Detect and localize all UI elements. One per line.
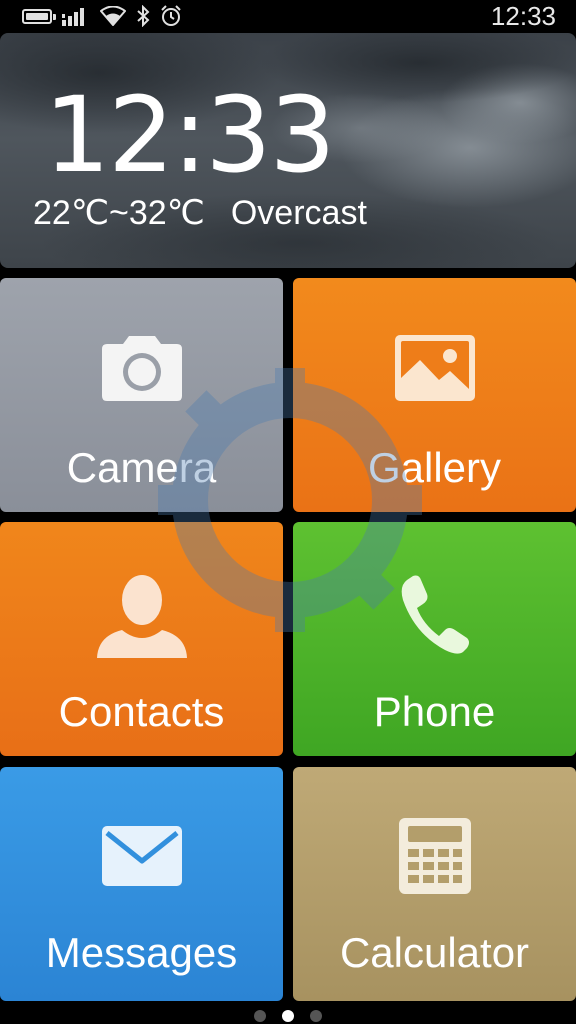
wifi-icon bbox=[100, 6, 126, 26]
tile-messages[interactable]: Messages bbox=[0, 767, 283, 1001]
tile-calculator[interactable]: Calculator bbox=[293, 767, 576, 1001]
page-dot-active[interactable] bbox=[282, 1010, 294, 1022]
phone-icon bbox=[401, 575, 469, 654]
tile-calculator-label: Calculator bbox=[339, 929, 530, 976]
weather-condition: Overcast bbox=[230, 194, 367, 232]
page-indicator[interactable] bbox=[0, 1008, 576, 1024]
tile-messages-label: Messages bbox=[45, 929, 238, 976]
battery-icon bbox=[22, 8, 56, 24]
alarm-icon bbox=[161, 5, 181, 26]
tile-camera[interactable]: Camera bbox=[0, 278, 283, 512]
status-time: 12:33 bbox=[490, 1, 556, 31]
bluetooth-icon bbox=[137, 5, 150, 27]
camera-icon bbox=[101, 336, 182, 401]
tile-gallery[interactable]: Gallery bbox=[293, 278, 576, 512]
page-dot[interactable] bbox=[310, 1010, 322, 1022]
tile-contacts[interactable]: Contacts bbox=[0, 522, 283, 756]
status-bar: 12:33 bbox=[0, 0, 576, 32]
page-dot[interactable] bbox=[254, 1010, 266, 1022]
clock-weather-widget[interactable]: 12:33 22℃~32℃ Overcast bbox=[0, 33, 576, 268]
temperature-range: 22℃~32℃ bbox=[33, 194, 205, 232]
tile-gallery-label: Gallery bbox=[367, 444, 502, 491]
tile-phone[interactable]: Phone bbox=[293, 522, 576, 756]
tile-phone-label: Phone bbox=[373, 688, 496, 735]
gallery-icon bbox=[394, 335, 475, 401]
clock-time: 12:33 bbox=[44, 74, 336, 196]
tile-contacts-label: Contacts bbox=[58, 688, 225, 735]
calculator-icon bbox=[398, 818, 471, 894]
weather-info: 22℃~32℃ Overcast bbox=[33, 193, 367, 233]
messages-icon bbox=[101, 826, 182, 886]
contacts-icon bbox=[96, 575, 187, 658]
status-icons bbox=[22, 4, 182, 28]
signal-icon bbox=[62, 8, 84, 26]
tile-camera-label: Camera bbox=[66, 444, 217, 491]
